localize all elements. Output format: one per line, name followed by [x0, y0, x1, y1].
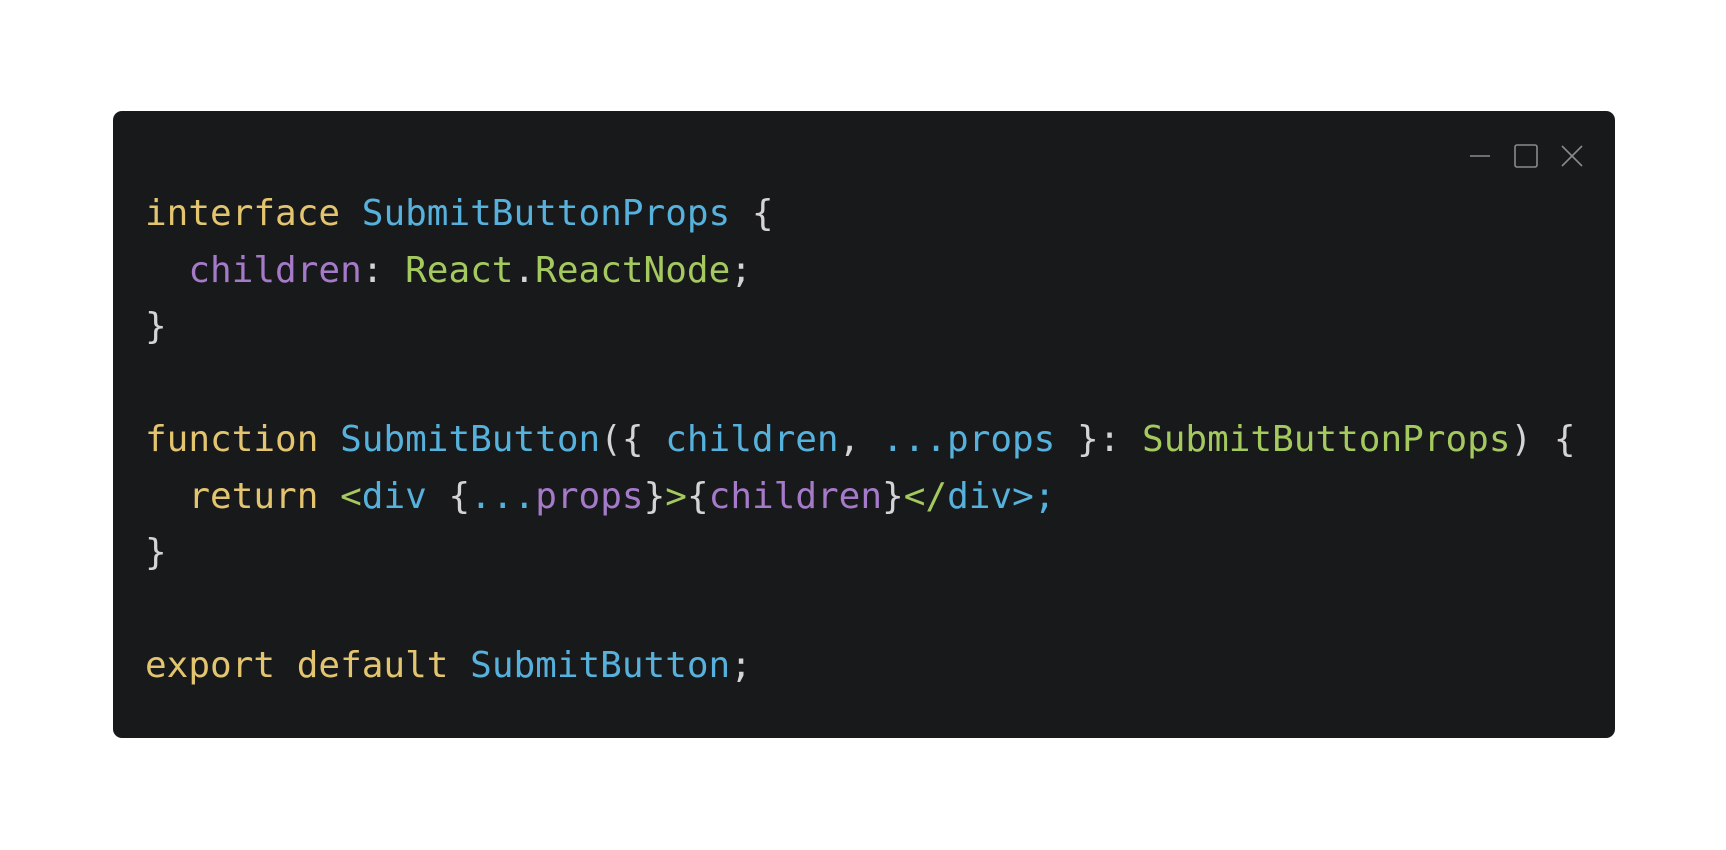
code-line: return <div {...props}>{children}</div>; [145, 469, 1576, 526]
code-line: } [145, 525, 1576, 582]
code-token: SubmitButtonProps [361, 193, 731, 234]
code-token: ; [730, 249, 752, 291]
code-token: } [643, 475, 666, 517]
code-token: ) { [1510, 419, 1576, 460]
code-token: default [296, 645, 449, 686]
maximize-icon [1514, 144, 1538, 168]
code-token: } [882, 475, 904, 517]
code-token: props [535, 475, 644, 517]
code-line: } [145, 299, 1576, 356]
code-token: ...props [881, 419, 1056, 460]
code-token: export [145, 645, 276, 686]
code-token: . [513, 249, 536, 291]
code-token: div [947, 475, 1013, 517]
code-token: interface [145, 193, 341, 234]
code-line: function SubmitButton({ children, ...pro… [145, 412, 1576, 469]
code-block[interactable]: interface SubmitButtonProps { children: … [145, 186, 1576, 695]
window-controls [1465, 141, 1587, 171]
code-token: : [361, 249, 406, 291]
close-button[interactable] [1557, 141, 1587, 171]
code-token: children [665, 419, 839, 460]
code-token: div [361, 475, 427, 517]
maximize-button[interactable] [1511, 141, 1541, 171]
code-token: SubmitButtonProps [1142, 419, 1511, 460]
code-token: < [340, 475, 362, 517]
code-token: , [838, 419, 882, 460]
minimize-icon [1470, 155, 1490, 157]
code-token: ... [470, 475, 536, 517]
code-token: }: [1055, 419, 1143, 460]
code-token: React [405, 249, 514, 291]
code-token: >; [1012, 475, 1056, 517]
code-token: { [730, 193, 774, 234]
code-token: } [145, 532, 167, 573]
code-token: } [145, 306, 167, 347]
code-token: { [686, 475, 709, 517]
code-token: children [188, 249, 362, 291]
code-token: children [708, 475, 883, 517]
code-token: SubmitButton [340, 419, 601, 460]
close-icon [1561, 145, 1583, 167]
code-token: SubmitButton [470, 645, 731, 686]
code-token: </ [903, 475, 948, 517]
code-token: { [426, 475, 471, 517]
code-line: export default SubmitButton; [145, 638, 1576, 695]
code-window: interface SubmitButtonProps { children: … [113, 111, 1615, 738]
code-token: ; [730, 645, 752, 686]
code-line: children: React.ReactNode; [145, 243, 1576, 300]
code-token: function [145, 419, 319, 460]
code-token: return [188, 475, 319, 517]
code-token: > [665, 475, 687, 517]
code-token: ReactNode [535, 249, 731, 291]
minimize-button[interactable] [1465, 141, 1495, 171]
code-token: ({ [600, 419, 666, 460]
code-line: interface SubmitButtonProps { [145, 186, 1576, 243]
